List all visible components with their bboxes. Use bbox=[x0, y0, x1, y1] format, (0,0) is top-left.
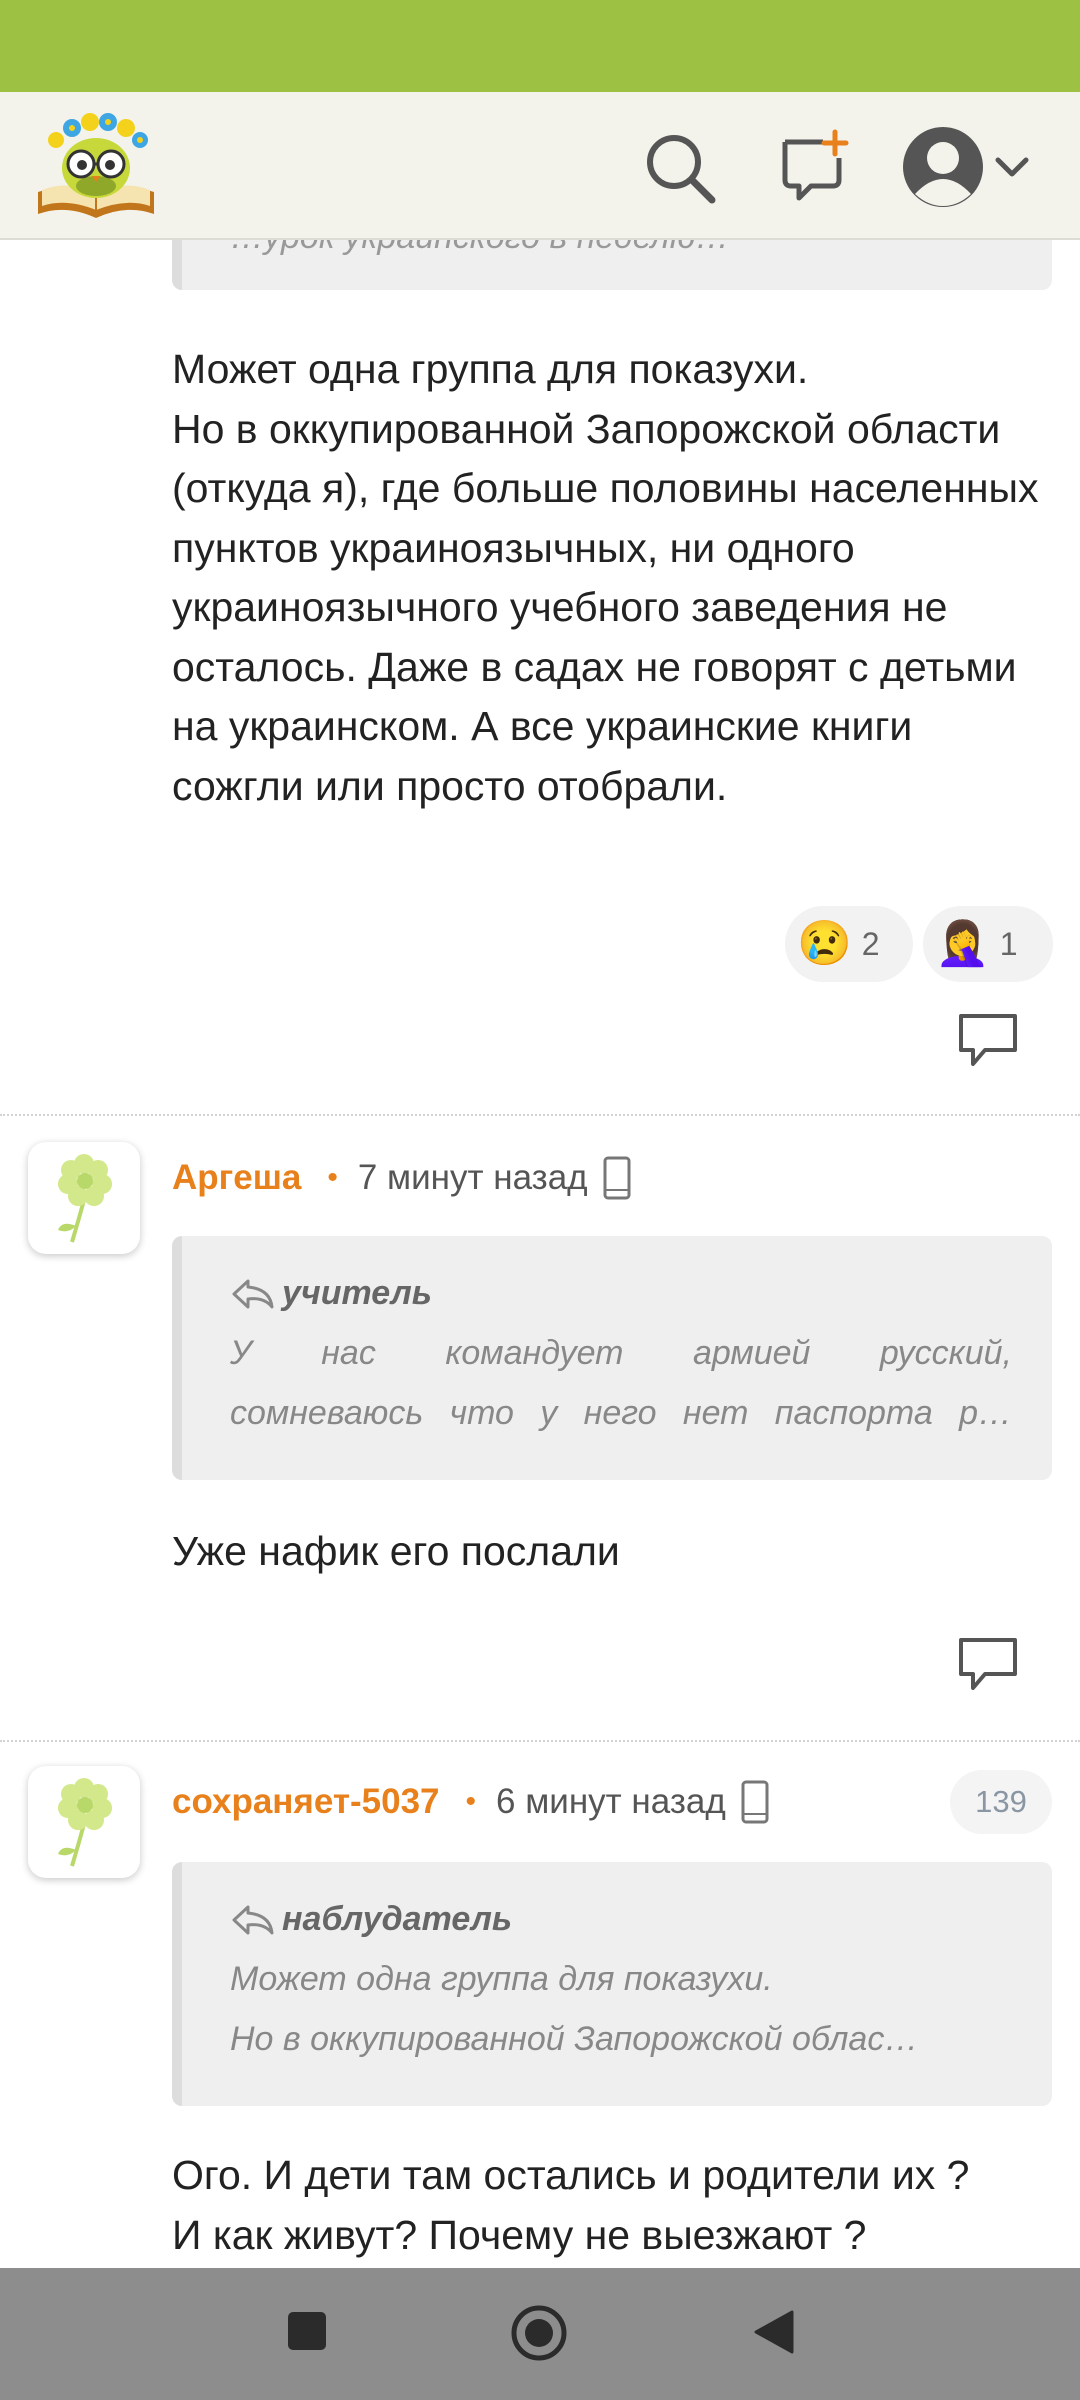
mobile-device-icon bbox=[741, 1780, 769, 1824]
comment-text: Может одна группа для показухи. Но в окк… bbox=[172, 346, 1039, 809]
user-avatar-icon[interactable] bbox=[898, 122, 988, 212]
top-nav bbox=[0, 92, 1080, 240]
comment-meta: Аргеша • 7 минут назад bbox=[172, 1148, 632, 1208]
separator-dot: • bbox=[327, 1161, 338, 1194]
system-navigation-bar bbox=[0, 2268, 1080, 2400]
back-triangle-icon[interactable] bbox=[752, 2308, 796, 2356]
recents-square-icon[interactable] bbox=[286, 2310, 328, 2352]
comments-feed: …урок украинского в неделю… Может одна г… bbox=[0, 240, 1080, 2268]
avatar[interactable] bbox=[28, 1766, 140, 1878]
comment-divider bbox=[0, 1740, 1080, 1742]
crying-face-icon: 😢 bbox=[797, 919, 852, 968]
quote-text: …урок украинского в неделю… bbox=[230, 240, 729, 257]
reaction-count: 1 bbox=[999, 925, 1018, 962]
comment-time: 7 минут назад bbox=[357, 1158, 588, 1197]
quote-header: учитель bbox=[230, 1274, 432, 1313]
new-post-icon[interactable] bbox=[775, 128, 855, 208]
home-circle-icon[interactable] bbox=[510, 2304, 568, 2362]
mobile-device-icon bbox=[603, 1156, 631, 1200]
quote-block: наблудатель Может одна группа для показу… bbox=[172, 1862, 1052, 2106]
comment-meta: сохраняет-5037 • 6 минут назад bbox=[172, 1772, 770, 1832]
quote-block: учитель У нас командует армией русский, … bbox=[172, 1236, 1052, 1480]
reply-button[interactable] bbox=[955, 1634, 1021, 1694]
search-icon[interactable] bbox=[640, 128, 720, 208]
status-bar bbox=[0, 0, 1080, 92]
avatar[interactable] bbox=[28, 1142, 140, 1254]
quote-author: учитель bbox=[282, 1274, 432, 1312]
flower-icon bbox=[58, 1778, 112, 1867]
flower-icon bbox=[58, 1154, 112, 1243]
reaction-cry[interactable]: 😢 2 bbox=[785, 906, 913, 982]
facepalm-icon: 🤦‍♀️ bbox=[935, 919, 990, 968]
comment-text: Ого. И дети там остались и родители их ?… bbox=[172, 2152, 970, 2258]
reaction-facepalm[interactable]: 🤦‍♀️ 1 bbox=[923, 906, 1053, 982]
comment-number-badge[interactable]: 139 bbox=[950, 1770, 1052, 1834]
author-name[interactable]: Аргеша bbox=[172, 1158, 301, 1198]
quote-header: наблудатель bbox=[230, 1900, 512, 1939]
quote-text-line: У нас командует армией русский, bbox=[230, 1334, 1012, 1372]
quote-text-line: сомневаюсь что у него нет паспорта р… bbox=[230, 1394, 1012, 1432]
author-name[interactable]: сохраняет-5037 bbox=[172, 1782, 440, 1822]
quote-author: наблудатель bbox=[282, 1900, 513, 1938]
reply-button[interactable] bbox=[955, 1010, 1021, 1070]
reply-arrow-icon bbox=[232, 1279, 274, 1308]
comment-time: 6 минут назад bbox=[496, 1782, 726, 1821]
quote-text-line: Может одна группа для показухи. bbox=[230, 1960, 773, 1998]
comment-divider bbox=[0, 1114, 1080, 1116]
separator-dot: • bbox=[465, 1785, 477, 1818]
owl-on-book-logo[interactable] bbox=[32, 106, 160, 224]
reply-arrow-icon bbox=[232, 1905, 274, 1934]
comment-text: Уже нафик его послали bbox=[172, 1528, 620, 1574]
reaction-count: 2 bbox=[861, 925, 880, 962]
quote-text-line: Но в оккупированной Запорожской облас… bbox=[230, 2020, 919, 2058]
quote-block: …урок украинского в неделю… bbox=[172, 240, 1052, 290]
chevron-down-icon[interactable] bbox=[992, 148, 1032, 188]
